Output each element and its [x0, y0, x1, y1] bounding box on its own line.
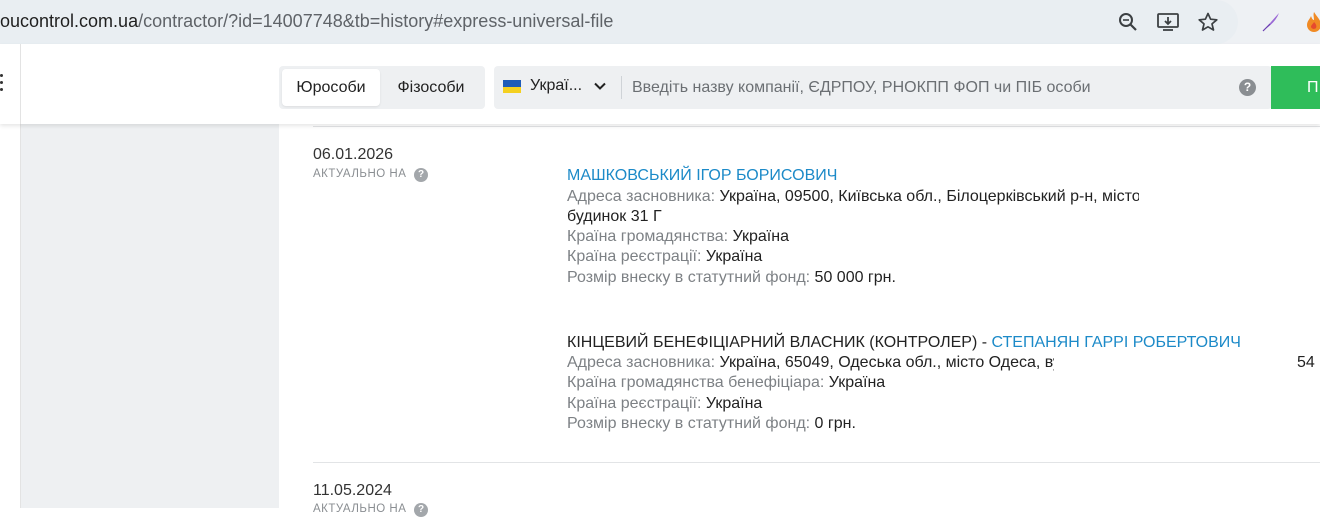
- browser-toolbar: oucontrol.com.ua/contractor/?id=14007748…: [0, 0, 1320, 44]
- header-divider: [20, 44, 21, 124]
- actual-label: АКТУАЛЬНО НА: [313, 503, 407, 515]
- extension-flame-icon[interactable]: [1302, 10, 1320, 34]
- section-divider: [313, 462, 1320, 463]
- beneficiary-contribution: Розмір внеску в статутний фонд: 0 грн.: [567, 415, 856, 432]
- history-date: 06.01.2026: [313, 146, 394, 163]
- search-button[interactable]: П: [1271, 66, 1320, 109]
- zoom-icon[interactable]: [1116, 10, 1140, 34]
- redaction: [1139, 186, 1320, 204]
- founder-address-cont: будинок 31 Г: [567, 208, 662, 225]
- ukraine-flag-icon: [503, 80, 521, 93]
- url-domain: oucontrol.com.ua: [0, 11, 139, 31]
- bookmark-star-icon[interactable]: [1196, 10, 1220, 34]
- left-rail: [0, 124, 21, 508]
- actual-label: АКТУАЛЬНО НА: [313, 168, 407, 180]
- url-path: /contractor/?id=14007748&tb=history#expr…: [138, 11, 614, 31]
- founder-registration: Країна реєстрації: Україна: [567, 248, 763, 265]
- chevron-down-icon[interactable]: [592, 78, 608, 99]
- help-icon[interactable]: ?: [414, 168, 428, 182]
- founder-citizenship: Країна громадянства: Україна: [567, 228, 789, 245]
- search-input[interactable]: [632, 66, 1232, 109]
- url-text[interactable]: oucontrol.com.ua/contractor/?id=14007748…: [0, 11, 613, 32]
- history-content: 06.01.2026 АКТУАЛЬНО НА ? МАШКОВСЬКИЙ ІГ…: [279, 124, 1320, 517]
- install-app-icon[interactable]: [1156, 10, 1180, 34]
- help-icon[interactable]: ?: [414, 503, 428, 517]
- side-panel: [21, 124, 279, 508]
- beneficiary-address: Адреса засновника: Україна, 65049, Одесь…: [567, 354, 1061, 371]
- country-select[interactable]: Украї...: [530, 77, 582, 95]
- founder-contribution: Розмір внеску в статутний фонд: 50 000 г…: [567, 269, 896, 286]
- founder-name: МАШКОВСЬКИЙ ІГОР БОРИСОВИЧ: [567, 167, 837, 185]
- entity-type-switch: Юрособи Фізособи: [279, 66, 485, 109]
- extension-quill-icon[interactable]: [1259, 10, 1283, 34]
- redaction: [1054, 352, 1304, 372]
- tab-individuals[interactable]: Фізособи: [380, 69, 482, 106]
- help-icon[interactable]: ?: [1239, 79, 1256, 96]
- section-divider: [313, 126, 1320, 127]
- founder-address: Адреса засновника: Україна, 09500, Київс…: [567, 188, 1164, 205]
- search-divider: [621, 76, 622, 99]
- beneficiary-address-tail: 54: [1297, 354, 1315, 371]
- beneficiary-title: КІНЦЕВИЙ БЕНЕФІЦІАРНИЙ ВЛАСНИК (КОНТРОЛЕ…: [567, 334, 1241, 351]
- menu-icon[interactable]: [0, 74, 4, 94]
- founder-link[interactable]: МАШКОВСЬКИЙ ІГОР БОРИСОВИЧ: [567, 167, 837, 184]
- tab-legal-entities[interactable]: Юрособи: [282, 69, 380, 106]
- history-date: 11.05.2024: [313, 482, 392, 499]
- beneficiary-registration: Країна реєстрації: Україна: [567, 395, 763, 412]
- beneficiary-link[interactable]: СТЕПАНЯН ГАРРІ РОБЕРТОВИЧ: [991, 334, 1240, 351]
- beneficiary-citizenship: Країна громадянства бенефіціара: Україна: [567, 374, 886, 391]
- address-bar[interactable]: oucontrol.com.ua/contractor/?id=14007748…: [0, 0, 1238, 44]
- search-bar: Украї... ?: [494, 66, 1272, 109]
